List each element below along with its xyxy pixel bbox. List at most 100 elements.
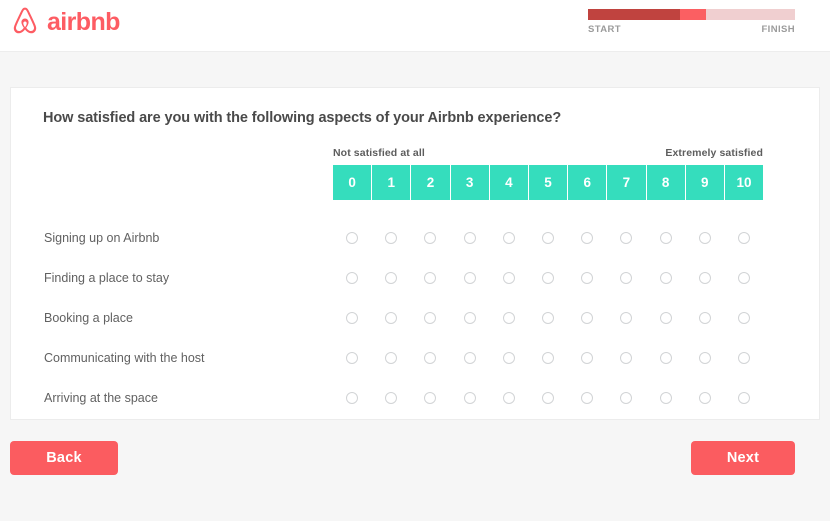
radio-option-5[interactable] — [542, 392, 554, 404]
radio-option-6[interactable] — [581, 312, 593, 324]
option-cell[interactable] — [725, 338, 763, 378]
option-cell[interactable] — [411, 338, 449, 378]
radio-option-1[interactable] — [385, 272, 397, 284]
radio-option-3[interactable] — [464, 312, 476, 324]
radio-option-2[interactable] — [424, 272, 436, 284]
option-cell[interactable] — [686, 338, 724, 378]
radio-option-4[interactable] — [503, 352, 515, 364]
option-cell[interactable] — [568, 338, 606, 378]
radio-option-2[interactable] — [424, 392, 436, 404]
option-cell[interactable] — [607, 258, 645, 298]
radio-option-7[interactable] — [620, 312, 632, 324]
radio-option-3[interactable] — [464, 232, 476, 244]
option-cell[interactable] — [686, 298, 724, 338]
radio-option-9[interactable] — [699, 392, 711, 404]
radio-option-6[interactable] — [581, 392, 593, 404]
option-cell[interactable] — [372, 378, 410, 418]
radio-option-5[interactable] — [542, 272, 554, 284]
radio-option-8[interactable] — [660, 352, 672, 364]
radio-option-4[interactable] — [503, 312, 515, 324]
radio-option-6[interactable] — [581, 352, 593, 364]
radio-option-10[interactable] — [738, 312, 750, 324]
option-cell[interactable] — [568, 258, 606, 298]
option-cell[interactable] — [411, 378, 449, 418]
option-cell[interactable] — [607, 298, 645, 338]
radio-option-1[interactable] — [385, 232, 397, 244]
option-cell[interactable] — [490, 298, 528, 338]
option-cell[interactable] — [333, 338, 371, 378]
radio-option-1[interactable] — [385, 352, 397, 364]
radio-option-0[interactable] — [346, 272, 358, 284]
option-cell[interactable] — [647, 338, 685, 378]
option-cell[interactable] — [490, 378, 528, 418]
option-cell[interactable] — [372, 218, 410, 258]
option-cell[interactable] — [725, 298, 763, 338]
radio-option-0[interactable] — [346, 232, 358, 244]
radio-option-8[interactable] — [660, 312, 672, 324]
radio-option-9[interactable] — [699, 272, 711, 284]
back-button[interactable]: Back — [10, 441, 118, 475]
radio-option-10[interactable] — [738, 352, 750, 364]
radio-option-9[interactable] — [699, 312, 711, 324]
option-cell[interactable] — [490, 258, 528, 298]
radio-option-3[interactable] — [464, 352, 476, 364]
option-cell[interactable] — [451, 218, 489, 258]
radio-option-8[interactable] — [660, 232, 672, 244]
radio-option-5[interactable] — [542, 312, 554, 324]
radio-option-7[interactable] — [620, 392, 632, 404]
option-cell[interactable] — [607, 338, 645, 378]
option-cell[interactable] — [451, 258, 489, 298]
option-cell[interactable] — [529, 258, 567, 298]
option-cell[interactable] — [647, 218, 685, 258]
option-cell[interactable] — [372, 338, 410, 378]
option-cell[interactable] — [451, 338, 489, 378]
radio-option-9[interactable] — [699, 352, 711, 364]
radio-option-0[interactable] — [346, 312, 358, 324]
option-cell[interactable] — [529, 378, 567, 418]
next-button[interactable]: Next — [691, 441, 795, 475]
radio-option-4[interactable] — [503, 232, 515, 244]
option-cell[interactable] — [607, 378, 645, 418]
option-cell[interactable] — [725, 218, 763, 258]
option-cell[interactable] — [725, 378, 763, 418]
option-cell[interactable] — [333, 258, 371, 298]
option-cell[interactable] — [647, 378, 685, 418]
radio-option-2[interactable] — [424, 232, 436, 244]
option-cell[interactable] — [333, 218, 371, 258]
option-cell[interactable] — [607, 218, 645, 258]
radio-option-2[interactable] — [424, 312, 436, 324]
option-cell[interactable] — [568, 298, 606, 338]
radio-option-8[interactable] — [660, 272, 672, 284]
option-cell[interactable] — [686, 258, 724, 298]
option-cell[interactable] — [725, 258, 763, 298]
radio-option-0[interactable] — [346, 392, 358, 404]
option-cell[interactable] — [529, 218, 567, 258]
radio-option-0[interactable] — [346, 352, 358, 364]
option-cell[interactable] — [647, 298, 685, 338]
option-cell[interactable] — [451, 298, 489, 338]
radio-option-4[interactable] — [503, 272, 515, 284]
option-cell[interactable] — [686, 218, 724, 258]
radio-option-3[interactable] — [464, 392, 476, 404]
radio-option-3[interactable] — [464, 272, 476, 284]
radio-option-10[interactable] — [738, 272, 750, 284]
radio-option-5[interactable] — [542, 232, 554, 244]
option-cell[interactable] — [490, 218, 528, 258]
option-cell[interactable] — [529, 298, 567, 338]
option-cell[interactable] — [568, 378, 606, 418]
option-cell[interactable] — [451, 378, 489, 418]
radio-option-6[interactable] — [581, 232, 593, 244]
radio-option-10[interactable] — [738, 232, 750, 244]
radio-option-9[interactable] — [699, 232, 711, 244]
radio-option-4[interactable] — [503, 392, 515, 404]
option-cell[interactable] — [568, 218, 606, 258]
radio-option-7[interactable] — [620, 272, 632, 284]
radio-option-7[interactable] — [620, 232, 632, 244]
option-cell[interactable] — [411, 218, 449, 258]
option-cell[interactable] — [411, 298, 449, 338]
radio-option-7[interactable] — [620, 352, 632, 364]
radio-option-2[interactable] — [424, 352, 436, 364]
option-cell[interactable] — [686, 378, 724, 418]
option-cell[interactable] — [490, 338, 528, 378]
option-cell[interactable] — [529, 338, 567, 378]
